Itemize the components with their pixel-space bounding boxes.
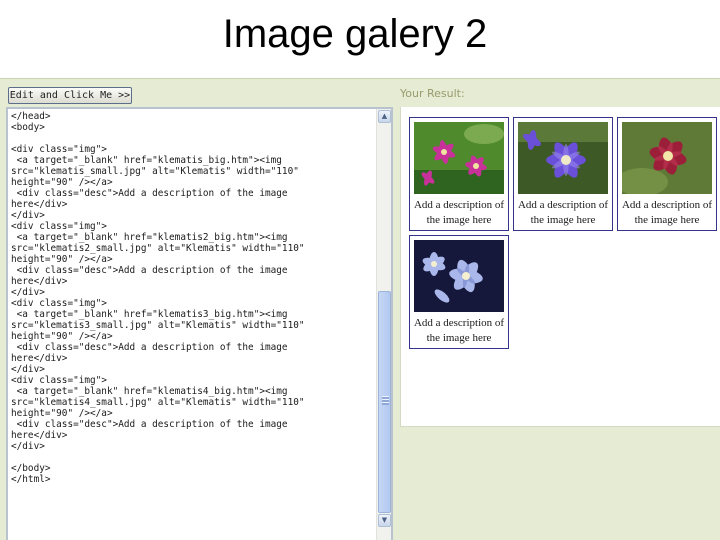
scroll-thumb[interactable] <box>378 291 391 513</box>
image-description: Add a description of the image here <box>413 199 505 226</box>
gallery-item: Add a description of the image here <box>617 117 717 231</box>
clematis-photo-4[interactable] <box>414 240 504 312</box>
clematis-image-3[interactable] <box>622 122 712 194</box>
clematis-photo-3[interactable] <box>622 122 712 194</box>
code-textarea[interactable]: </head> <body> <div class="img"> <a targ… <box>11 111 375 485</box>
clematis-photo-2[interactable] <box>518 122 608 194</box>
result-pane: Add a description of the image here Add … <box>400 107 720 427</box>
clematis-image-1[interactable] <box>414 122 504 194</box>
gallery-item: Add a description of the image here <box>513 117 613 231</box>
clematis-image-4[interactable] <box>414 240 504 312</box>
slide-title: Image galery 2 <box>222 12 488 56</box>
scroll-up-icon[interactable]: ▲ <box>378 110 391 123</box>
scroll-down-icon[interactable]: ▼ <box>378 514 391 527</box>
tryit-editor: Edit and Click Me >> Your Result: </head… <box>0 78 720 540</box>
image-description: Add a description of the image here <box>517 199 609 226</box>
grip-icon <box>382 396 389 405</box>
clematis-photo-1[interactable] <box>414 122 504 194</box>
code-editor[interactable]: </head> <body> <div class="img"> <a targ… <box>6 107 393 540</box>
gallery-item: Add a description of the image here <box>409 235 509 349</box>
result-label: Your Result: <box>400 87 465 100</box>
code-scrollbar[interactable]: ▲ ▼ <box>376 109 391 540</box>
edit-and-click-button[interactable]: Edit and Click Me >> <box>8 87 132 104</box>
gallery-item: Add a description of the image here <box>409 117 509 231</box>
image-description: Add a description of the image here <box>413 317 505 344</box>
image-description: Add a description of the image here <box>621 199 713 226</box>
clematis-image-2[interactable] <box>518 122 608 194</box>
